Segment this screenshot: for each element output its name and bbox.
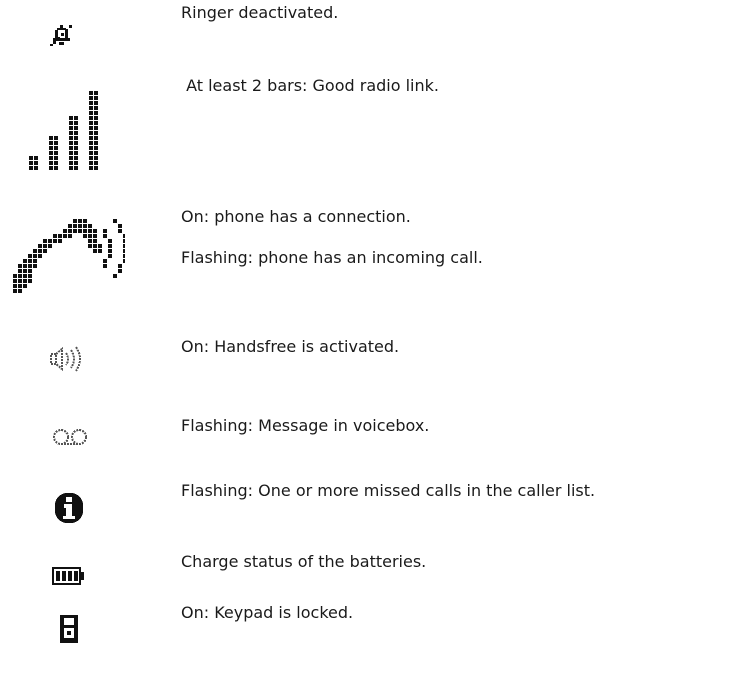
incoming-call-text: Flashing: phone has an incoming call. bbox=[181, 248, 483, 267]
missed-calls-text: Flashing: One or more missed calls in th… bbox=[181, 481, 596, 500]
keypad-lock-icon bbox=[58, 613, 82, 645]
signal-strength-text: At least 2 bars: Good radio link. bbox=[181, 76, 439, 95]
keypad-locked-text: On: Keypad is locked. bbox=[181, 603, 354, 622]
ringer-deactivated-text: Ringer deactivated. bbox=[181, 3, 339, 22]
battery-status-text: Charge status of the batteries. bbox=[181, 552, 427, 571]
handsfree-text: On: Handsfree is activated. bbox=[181, 337, 400, 356]
info-icon bbox=[53, 491, 85, 525]
connection-on-text: On: phone has a connection. bbox=[181, 207, 411, 226]
battery-icon bbox=[52, 567, 86, 585]
signal-bars-icon bbox=[27, 87, 115, 172]
voicebox-text: Flashing: Message in voicebox. bbox=[181, 416, 430, 435]
ringer-off-icon bbox=[49, 24, 75, 48]
voicemail-icon bbox=[51, 427, 89, 449]
handsfree-icon bbox=[47, 346, 87, 372]
phone-connection-icon bbox=[13, 214, 125, 300]
